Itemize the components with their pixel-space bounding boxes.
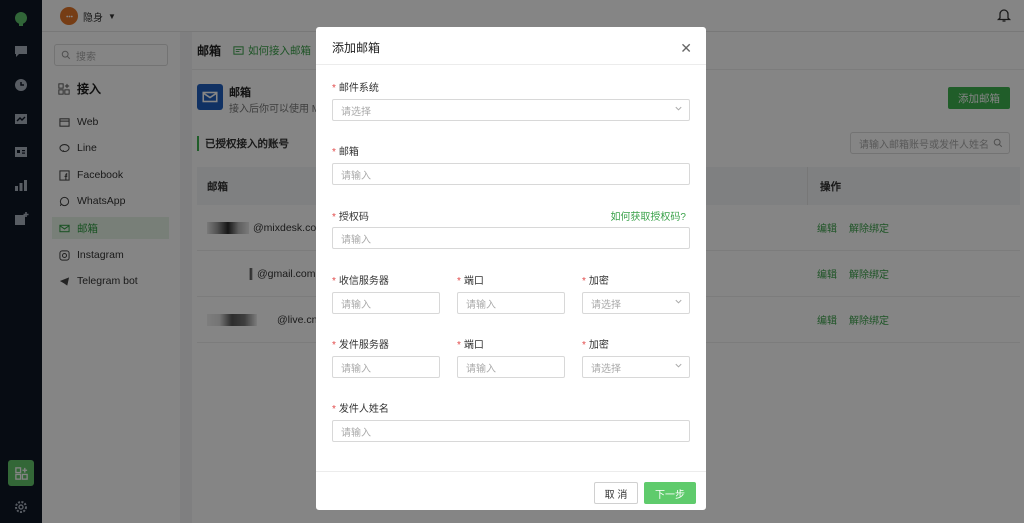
incoming-server-label: * 收信服务器 xyxy=(332,276,389,287)
email-label: * 邮箱 xyxy=(332,147,359,158)
outgoing-server-field[interactable]: 请输入 xyxy=(332,356,440,378)
outgoing-server-placeholder: 请输入 xyxy=(341,363,371,375)
incoming-encrypt-select[interactable]: 请选择 xyxy=(582,292,690,314)
mail-system-select[interactable]: 请选择 xyxy=(332,99,690,121)
sender-name-placeholder: 请输入 xyxy=(341,427,371,439)
incoming-port-label: * 端口 xyxy=(457,276,484,287)
outgoing-port-placeholder: 请输入 xyxy=(466,363,496,375)
incoming-server-placeholder: 请输入 xyxy=(341,299,371,311)
divider xyxy=(316,64,706,65)
chevron-down-icon xyxy=(674,297,683,309)
outgoing-encrypt-label: * 加密 xyxy=(582,340,609,351)
cancel-button[interactable]: 取 消 xyxy=(594,482,638,504)
incoming-encrypt-placeholder: 请选择 xyxy=(591,299,621,311)
auth-code-label: * 授权码 xyxy=(332,212,369,223)
incoming-encrypt-label: * 加密 xyxy=(582,276,609,287)
auth-code-help-link[interactable]: 如何获取授权码? xyxy=(610,208,686,223)
next-button[interactable]: 下一步 xyxy=(644,482,696,504)
sender-name-label: * 发件人姓名 xyxy=(332,404,389,415)
mail-system-placeholder: 请选择 xyxy=(341,106,371,118)
auth-code-field[interactable]: 请输入 xyxy=(332,227,690,249)
outgoing-port-label: * 端口 xyxy=(457,340,484,351)
outgoing-port-field[interactable]: 请输入 xyxy=(457,356,565,378)
incoming-server-field[interactable]: 请输入 xyxy=(332,292,440,314)
outgoing-encrypt-placeholder: 请选择 xyxy=(591,363,621,375)
email-field[interactable]: 请输入 xyxy=(332,163,690,185)
chevron-down-icon xyxy=(674,361,683,373)
add-email-modal: 添加邮箱 ✕ * 邮件系统 请选择 * 邮箱 请输入 * 授权码 如何获取授权码? 请… xyxy=(316,27,706,510)
mail-system-label: * 邮件系统 xyxy=(332,83,379,94)
close-icon[interactable]: ✕ xyxy=(680,40,692,57)
divider xyxy=(316,471,706,472)
incoming-port-field[interactable]: 请输入 xyxy=(457,292,565,314)
chevron-down-icon xyxy=(674,104,683,116)
outgoing-server-label: * 发件服务器 xyxy=(332,340,389,351)
sender-name-field[interactable]: 请输入 xyxy=(332,420,690,442)
outgoing-encrypt-select[interactable]: 请选择 xyxy=(582,356,690,378)
email-placeholder: 请输入 xyxy=(341,170,371,182)
auth-code-placeholder: 请输入 xyxy=(341,234,371,246)
modal-title: 添加邮箱 xyxy=(332,41,381,55)
incoming-port-placeholder: 请输入 xyxy=(466,299,496,311)
